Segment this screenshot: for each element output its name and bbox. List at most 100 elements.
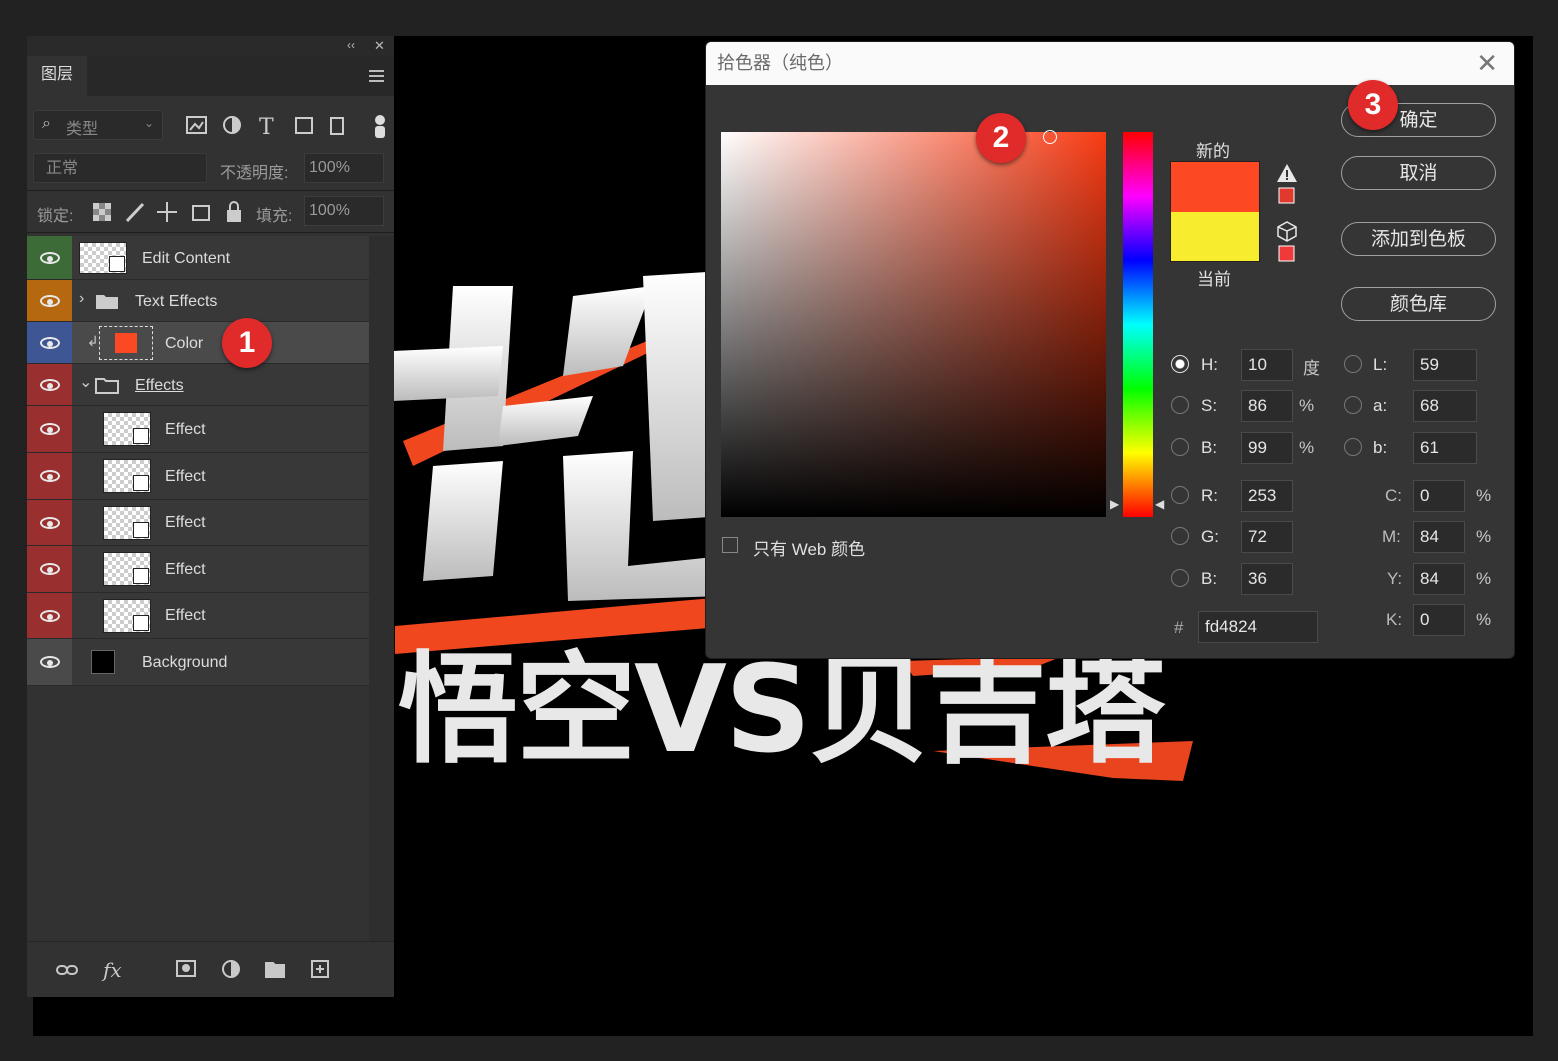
- layer-thumbnail: [99, 326, 153, 360]
- visibility-eye-icon[interactable]: [40, 517, 60, 529]
- magenta-input[interactable]: 84: [1413, 521, 1465, 553]
- lab-b-input[interactable]: 61: [1413, 432, 1477, 464]
- smart-object-icon: [133, 522, 149, 538]
- r-label: R:: [1201, 486, 1218, 505]
- yellow-input[interactable]: 84: [1413, 563, 1465, 595]
- g-radio[interactable]: [1171, 527, 1189, 545]
- layer-row-effect[interactable]: Effect: [27, 406, 369, 453]
- filter-type-label: 类型: [66, 121, 99, 138]
- lab-a-input[interactable]: 68: [1413, 390, 1477, 422]
- layer-row-text-effects[interactable]: › Text Effects: [27, 280, 369, 322]
- saturation-brightness-field[interactable]: [721, 132, 1106, 517]
- dialog-title: 拾色器（纯色）: [706, 42, 1514, 85]
- layer-row-effects-group[interactable]: ⌄ Effects: [27, 364, 369, 406]
- lab-l-input[interactable]: 59: [1413, 349, 1477, 381]
- lock-label: 锁定:: [37, 208, 74, 225]
- layer-name: Effects: [135, 377, 184, 394]
- layer-filter-select[interactable]: ⌕ 类型 ⌄: [33, 110, 163, 140]
- layers-panel: ‹‹ ✕ 图层 ⌕ 类型 ⌄ T 正常 不透明度: 100% 锁定: 填充: 1…: [27, 36, 394, 997]
- layer-color-tag: [27, 364, 72, 405]
- search-icon: ⌕: [42, 115, 51, 132]
- hue-slider[interactable]: [1123, 132, 1153, 517]
- layer-row-effect[interactable]: Effect: [27, 593, 369, 639]
- step-marker-2: 2: [976, 113, 1026, 163]
- layer-row-background[interactable]: Background: [27, 639, 369, 686]
- current-color-swatch[interactable]: [1171, 212, 1259, 261]
- blue-input[interactable]: 36: [1241, 563, 1293, 595]
- h-label: H:: [1201, 355, 1218, 374]
- s-radio[interactable]: [1171, 396, 1189, 414]
- s-label: S:: [1201, 396, 1218, 415]
- layer-list: Edit Content › Text Effects ↲ Color ⌄ Ef…: [27, 236, 369, 686]
- visibility-eye-icon[interactable]: [40, 423, 60, 435]
- chevron-right-icon[interactable]: ›: [79, 290, 84, 308]
- smart-object-icon: [109, 256, 125, 272]
- hue-input[interactable]: 10: [1241, 349, 1293, 381]
- visibility-eye-icon[interactable]: [40, 252, 60, 264]
- visibility-eye-icon[interactable]: [40, 470, 60, 482]
- a-label: a:: [1373, 396, 1388, 415]
- b-label: B:: [1201, 438, 1218, 457]
- panel-menu-icon[interactable]: [369, 70, 384, 82]
- percent-unit: %: [1476, 527, 1492, 546]
- layer-row-color[interactable]: ↲ Color: [27, 322, 369, 364]
- saturation-input[interactable]: 86: [1241, 390, 1293, 422]
- h-radio[interactable]: [1171, 355, 1189, 373]
- layer-color-tag: [27, 639, 72, 685]
- hue-slider-left-arrow-icon[interactable]: ▶: [1110, 497, 1119, 511]
- l-radio[interactable]: [1344, 355, 1362, 373]
- black-input[interactable]: 0: [1413, 604, 1465, 636]
- a-radio[interactable]: [1344, 396, 1362, 414]
- layer-row-edit-content[interactable]: Edit Content: [27, 236, 369, 280]
- b-radio[interactable]: [1171, 438, 1189, 456]
- visibility-eye-icon[interactable]: [40, 610, 60, 622]
- close-icon[interactable]: ✕: [374, 38, 385, 54]
- visibility-eye-icon[interactable]: [40, 563, 60, 575]
- layer-row-effect[interactable]: Effect: [27, 546, 369, 593]
- collapse-icon[interactable]: ‹‹: [347, 38, 355, 52]
- hue-slider-right-arrow-icon[interactable]: ◀: [1155, 497, 1164, 511]
- close-icon[interactable]: ✕: [1476, 42, 1498, 85]
- visibility-eye-icon[interactable]: [40, 656, 60, 668]
- green-input[interactable]: 72: [1241, 521, 1293, 553]
- chevron-down-icon[interactable]: ⌄: [79, 372, 92, 392]
- fill-input[interactable]: 100%: [304, 196, 384, 226]
- r-radio[interactable]: [1171, 486, 1189, 504]
- smart-object-icon: [133, 428, 149, 444]
- color-libraries-button[interactable]: 颜色库: [1341, 287, 1496, 321]
- lab-b-label: b:: [1373, 438, 1388, 457]
- percent-unit: %: [1476, 569, 1492, 588]
- current-color-label: 当前: [1197, 270, 1231, 289]
- divider: [27, 232, 394, 233]
- cancel-button[interactable]: 取消: [1341, 156, 1496, 190]
- visibility-eye-icon[interactable]: [40, 379, 60, 391]
- visibility-eye-icon[interactable]: [40, 295, 60, 307]
- layer-color-tag: [27, 236, 72, 279]
- blend-mode-select[interactable]: 正常: [33, 153, 207, 183]
- visibility-eye-icon[interactable]: [40, 337, 60, 349]
- smart-object-icon: [133, 475, 149, 491]
- percent-unit: %: [1476, 610, 1492, 629]
- bottom-toolbar-icons: fx: [56, 958, 329, 982]
- layer-color-tag: [27, 280, 72, 321]
- web-colors-checkbox[interactable]: [722, 537, 738, 553]
- lab-b-radio[interactable]: [1344, 438, 1362, 456]
- new-color-label: 新的: [1196, 142, 1230, 161]
- color-cursor[interactable]: [1043, 130, 1057, 144]
- layer-row-effect[interactable]: Effect: [27, 500, 369, 546]
- red-input[interactable]: 253: [1241, 480, 1293, 512]
- scrollbar[interactable]: [369, 236, 394, 941]
- tab-layers[interactable]: 图层: [27, 56, 87, 96]
- hex-input[interactable]: fd4824: [1198, 611, 1318, 643]
- folder-icon: [96, 295, 118, 309]
- artwork-logo-glyphs: [393, 271, 723, 601]
- k-label: K:: [1386, 610, 1403, 629]
- cyan-input[interactable]: 0: [1413, 480, 1465, 512]
- add-to-swatches-button[interactable]: 添加到色板: [1341, 222, 1496, 256]
- layer-row-effect[interactable]: Effect: [27, 453, 369, 500]
- opacity-input[interactable]: 100%: [304, 153, 384, 183]
- layer-color-tag: [27, 593, 72, 638]
- brightness-input[interactable]: 99: [1241, 432, 1293, 464]
- layer-name: Effect: [165, 514, 206, 531]
- blue-radio[interactable]: [1171, 569, 1189, 587]
